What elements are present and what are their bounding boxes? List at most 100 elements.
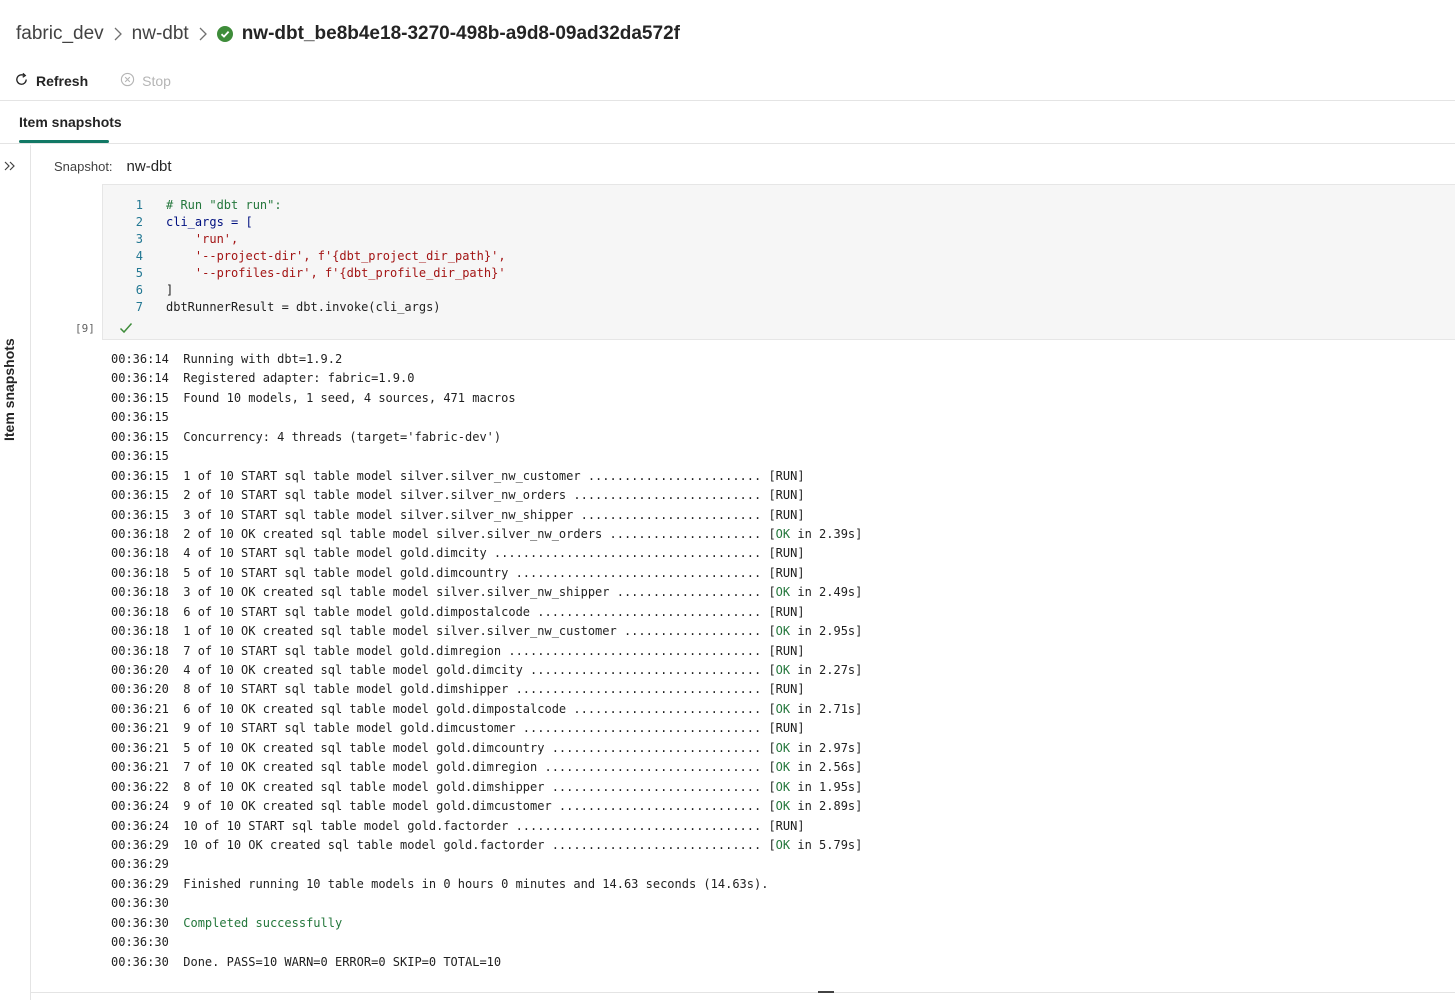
output-line: 00:36:29 Finished running 10 table model… <box>111 875 862 894</box>
snapshot-value: nw-dbt <box>126 157 172 175</box>
refresh-icon <box>14 72 29 90</box>
ok-status: OK <box>775 585 791 600</box>
output-duration: in 2.71s] <box>790 701 863 716</box>
code-editor[interactable]: 1 # Run "dbt run": 2 cli_args = [ 3 'run… <box>103 197 506 316</box>
active-tab-indicator <box>19 140 109 143</box>
output-timestamp: 00:36:24 <box>111 799 169 814</box>
output-message: 7 of 10 START sql table model gold.dimre… <box>183 643 805 658</box>
output-message: Found 10 models, 1 seed, 4 sources, 471 … <box>183 390 516 405</box>
output-message: 8 of 10 START sql table model gold.dimsh… <box>183 682 805 697</box>
output-message: 9 of 10 OK created sql table model gold.… <box>183 799 776 814</box>
output-duration: in 2.97s] <box>790 740 863 755</box>
output-line: 00:36:18 6 of 10 START sql table model g… <box>111 603 862 622</box>
breadcrumb: fabric_dev nw-dbt nw-dbt_be8b4e18-3270-4… <box>16 20 680 48</box>
output-message: 4 of 10 START sql table model gold.dimci… <box>183 546 805 561</box>
output-message: Registered adapter: fabric=1.9.0 <box>183 371 415 386</box>
output-timestamp: 00:36:21 <box>111 701 169 716</box>
output-line: 00:36:24 9 of 10 OK created sql table mo… <box>111 797 862 816</box>
output-message: 5 of 10 OK created sql table model gold.… <box>183 740 776 755</box>
output-line: 00:36:15 <box>111 447 862 466</box>
output-duration: in 1.95s] <box>790 779 863 794</box>
cell-output: 00:36:14 Running with dbt=1.9.2 00:36:14 … <box>111 350 862 972</box>
snapshot-label: Snapshot: <box>54 158 113 174</box>
ok-status: OK <box>775 701 791 716</box>
output-message: 1 of 10 OK created sql table model silve… <box>183 624 776 639</box>
ok-status: OK <box>775 663 791 677</box>
code-line: 6 ] <box>135 283 174 297</box>
breadcrumb-current: nw-dbt_be8b4e18-3270-498b-a9d8-09ad32da5… <box>216 23 680 45</box>
resize-handle[interactable] <box>818 991 834 993</box>
ok-status: OK <box>775 837 791 852</box>
output-line: 00:36:18 3 of 10 OK created sql table mo… <box>111 583 862 602</box>
output-message: 6 of 10 START sql table model gold.dimpo… <box>183 604 805 619</box>
expand-sidebar-icon[interactable] <box>3 159 17 178</box>
output-line: 00:36:30 Completed successfully <box>111 914 862 933</box>
stop-button[interactable]: Stop <box>120 72 171 90</box>
output-timestamp: 00:36:18 <box>111 565 169 580</box>
output-message: 8 of 10 OK created sql table model gold.… <box>183 779 776 794</box>
output-timestamp: 00:36:30 <box>111 935 169 950</box>
output-message: 3 of 10 OK created sql table model silve… <box>183 585 776 600</box>
output-message: 5 of 10 START sql table model gold.dimco… <box>183 565 805 580</box>
code-line: 4 '--project-dir', f'{dbt_project_dir_pa… <box>135 249 506 263</box>
output-duration: in 5.79s] <box>790 837 863 852</box>
output-timestamp: 00:36:18 <box>111 604 169 619</box>
output-line: 00:36:30 Done. PASS=10 WARN=0 ERROR=0 SK… <box>111 953 862 972</box>
output-timestamp: 00:36:18 <box>111 546 169 561</box>
output-line: 00:36:15 1 of 10 START sql table model s… <box>111 467 862 486</box>
output-timestamp: 00:36:30 <box>111 896 169 911</box>
output-line: 00:36:14 Registered adapter: fabric=1.9.… <box>111 369 862 388</box>
output-line: 00:36:18 5 of 10 START sql table model g… <box>111 564 862 583</box>
code-line: 3 'run', <box>135 232 239 246</box>
completed-successfully: Completed successfully <box>183 915 343 930</box>
output-message: 1 of 10 START sql table model silver.sil… <box>183 468 805 483</box>
output-timestamp: 00:36:18 <box>111 526 169 541</box>
output-duration: in 2.95s] <box>790 624 863 639</box>
toolbar: Refresh Stop <box>14 70 171 92</box>
output-timestamp: 00:36:15 <box>111 410 169 425</box>
code-line: 2 cli_args = [ <box>135 215 253 229</box>
execution-count: [9] <box>75 322 95 335</box>
code-cell[interactable]: 1 # Run "dbt run": 2 cli_args = [ 3 'run… <box>102 184 1455 340</box>
output-line: 00:36:29 <box>111 855 862 874</box>
output-timestamp: 00:36:15 <box>111 488 169 503</box>
output-line: 00:36:22 8 of 10 OK created sql table mo… <box>111 778 862 797</box>
breadcrumb-item[interactable]: nw-dbt <box>132 23 189 45</box>
output-timestamp: 00:36:18 <box>111 585 169 600</box>
breadcrumb-workspace[interactable]: fabric_dev <box>16 23 104 45</box>
output-timestamp: 00:36:29 <box>111 837 169 852</box>
ok-status: OK <box>775 740 791 755</box>
output-timestamp: 00:36:18 <box>111 643 169 658</box>
output-message: 2 of 10 OK created sql table model silve… <box>183 526 776 541</box>
sidebar-label[interactable]: Item snapshots <box>1 338 17 441</box>
output-timestamp: 00:36:20 <box>111 682 169 697</box>
ok-status: OK <box>775 799 791 814</box>
output-line: 00:36:15 Found 10 models, 1 seed, 4 sour… <box>111 389 862 408</box>
chevron-right-icon <box>113 27 123 41</box>
output-timestamp: 00:36:24 <box>111 818 169 833</box>
output-line: 00:36:15 3 of 10 START sql table model s… <box>111 506 862 525</box>
output-line: 00:36:18 2 of 10 OK created sql table mo… <box>111 525 862 544</box>
ok-status: OK <box>775 760 791 775</box>
success-check-icon <box>216 26 233 42</box>
output-line: 00:36:20 4 of 10 OK created sql table mo… <box>111 661 862 680</box>
output-line: 00:36:30 <box>111 894 862 913</box>
output-timestamp: 00:36:18 <box>111 624 169 639</box>
output-timestamp: 00:36:21 <box>111 721 169 736</box>
output-message: Running with dbt=1.9.2 <box>183 352 343 366</box>
output-timestamp: 00:36:21 <box>111 760 169 775</box>
output-timestamp: 00:36:21 <box>111 740 169 755</box>
output-message: 4 of 10 OK created sql table model gold.… <box>183 663 776 677</box>
output-timestamp: 00:36:30 <box>111 915 169 930</box>
output-timestamp: 00:36:20 <box>111 663 169 677</box>
output-timestamp: 00:36:15 <box>111 429 169 444</box>
output-line: 00:36:21 7 of 10 OK created sql table mo… <box>111 758 862 777</box>
output-message: 6 of 10 OK created sql table model gold.… <box>183 701 776 716</box>
tab-item-snapshots[interactable]: Item snapshots <box>19 114 122 130</box>
output-message: 10 of 10 OK created sql table model gold… <box>183 837 776 852</box>
output-line: 00:36:15 <box>111 408 862 427</box>
output-line: 00:36:18 7 of 10 START sql table model g… <box>111 642 862 661</box>
output-timestamp: 00:36:14 <box>111 371 169 386</box>
output-timestamp: 00:36:30 <box>111 954 169 969</box>
refresh-button[interactable]: Refresh <box>14 72 88 90</box>
